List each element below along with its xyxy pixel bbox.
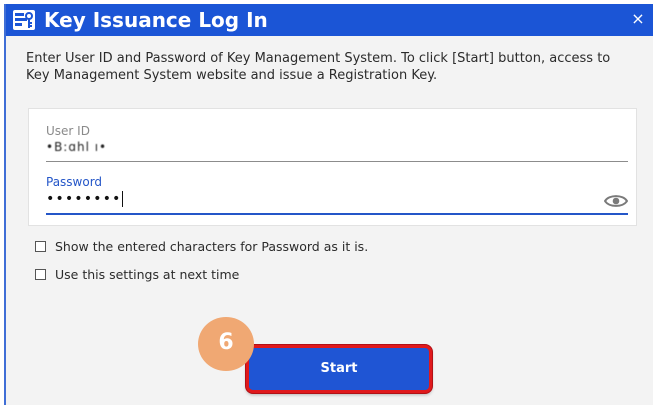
show-password-checkbox[interactable]: [35, 240, 46, 252]
close-button[interactable]: ×: [627, 8, 649, 30]
credentials-panel: User ID •B:ɑhl ı• Password ••••••••: [28, 108, 637, 226]
password-label: Password: [46, 175, 103, 189]
eye-icon[interactable]: [604, 193, 628, 209]
password-value: ••••••••: [46, 191, 122, 207]
show-password-label: Show the entered characters for Password…: [55, 238, 369, 254]
key-issuance-dialog: Key Issuance Log In × Enter User ID and …: [4, 4, 653, 405]
user-id-underline: [46, 161, 628, 162]
text-caret: [122, 191, 124, 207]
key-issuance-app-icon: [13, 10, 35, 30]
password-underline: [46, 213, 628, 215]
start-button[interactable]: Start: [246, 345, 432, 393]
title-bar: Key Issuance Log In ×: [6, 4, 653, 36]
remember-settings-label: Use this settings at next time: [55, 266, 240, 282]
user-id-field[interactable]: •B:ɑhl ı•: [46, 140, 107, 154]
remember-settings-checkbox[interactable]: [35, 268, 46, 280]
remember-settings-option[interactable]: Use this settings at next time: [35, 266, 239, 282]
password-field[interactable]: ••••••••: [46, 191, 124, 207]
show-password-option[interactable]: Show the entered characters for Password…: [35, 238, 368, 254]
instruction-text: Enter User ID and Password of Key Manage…: [26, 51, 611, 83]
step-number-badge: 6: [198, 317, 254, 371]
window-title: Key Issuance Log In: [44, 8, 268, 32]
user-id-label: User ID: [46, 124, 90, 138]
